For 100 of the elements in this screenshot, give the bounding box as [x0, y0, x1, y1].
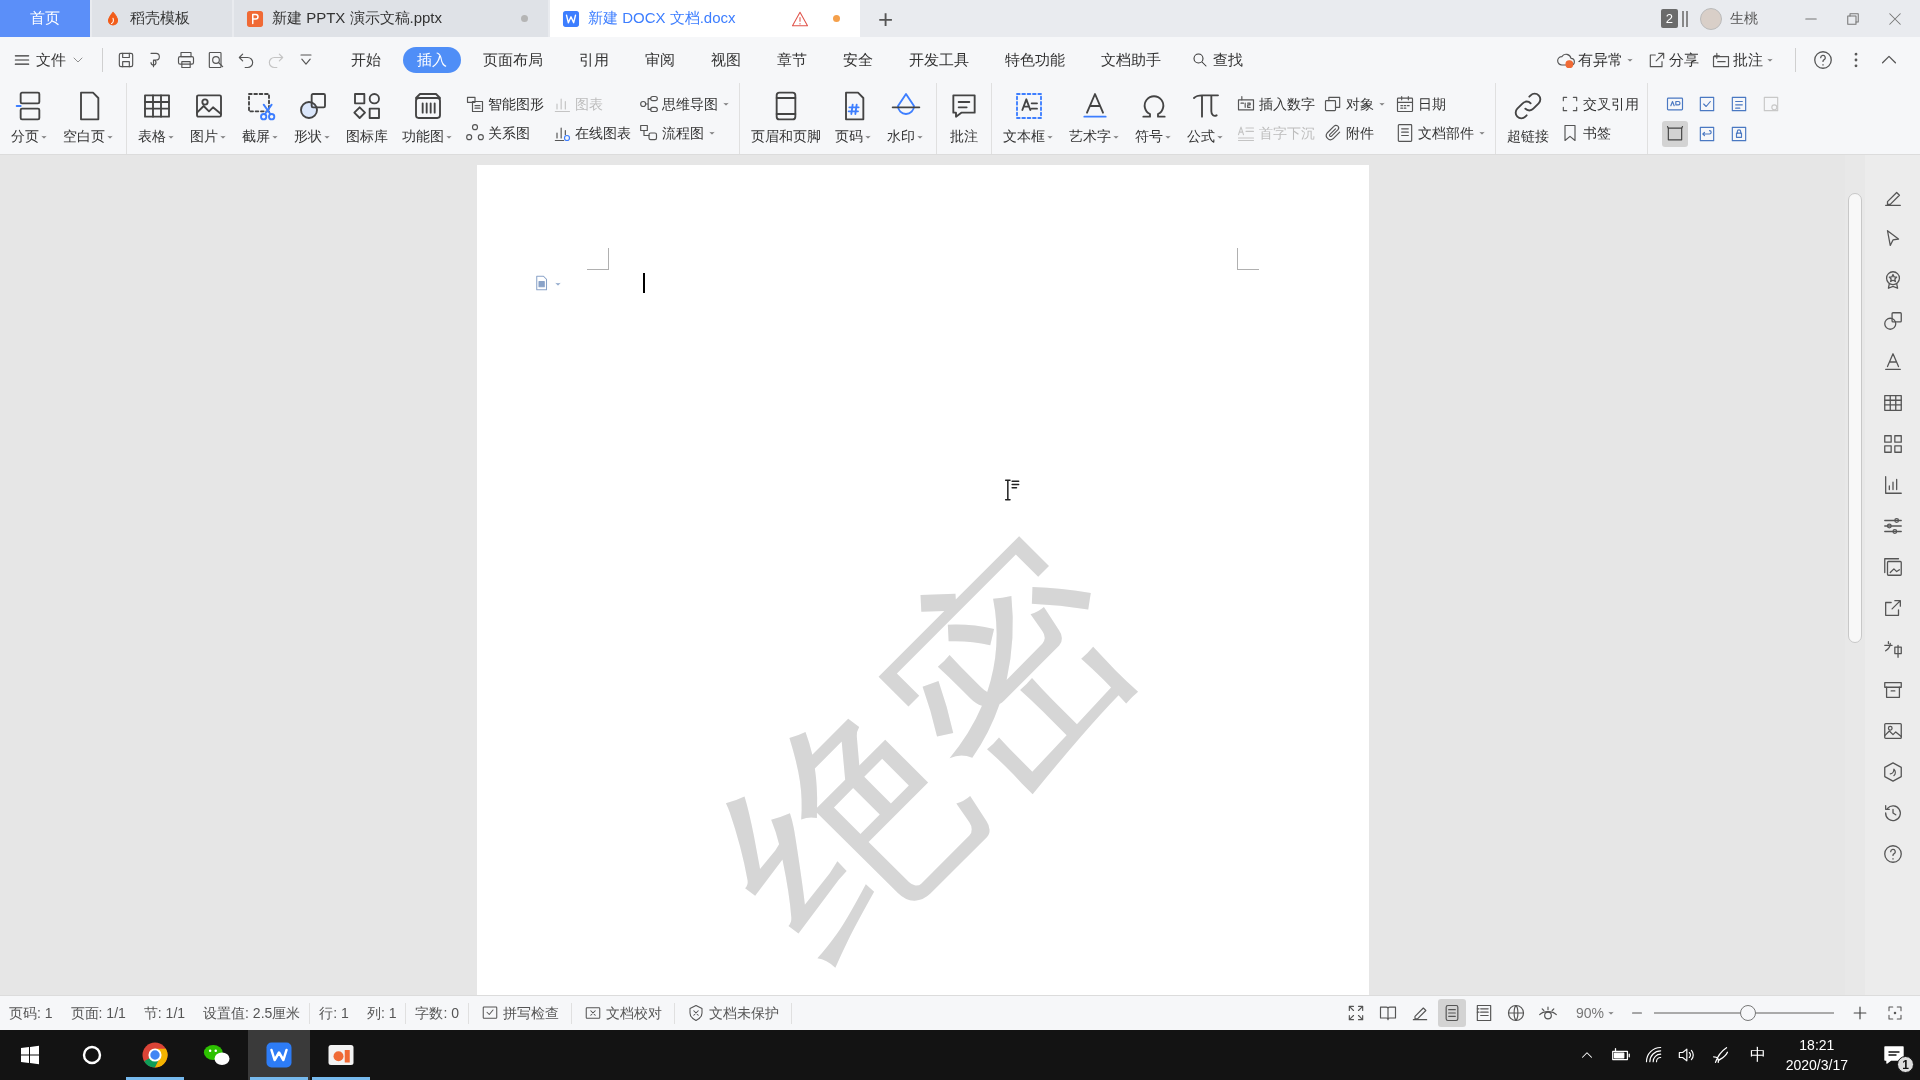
sliders-icon[interactable]	[1881, 515, 1904, 537]
ribbon-button[interactable]: 分页	[6, 86, 54, 151]
toolbar-button[interactable]: 批注	[1711, 48, 1775, 72]
calendar-icon	[1395, 94, 1415, 114]
zoom-slider-thumb[interactable]	[1739, 1005, 1756, 1021]
hexagon-icon[interactable]	[1881, 761, 1904, 783]
running-indicator	[126, 1077, 184, 1080]
ribbon-tab[interactable]: 特色功能	[991, 47, 1079, 73]
file-menu-button[interactable]: 文件	[12, 48, 94, 72]
new-tab-button[interactable]: +	[862, 0, 910, 37]
text-box-icon	[1013, 90, 1045, 122]
search-icon	[1191, 51, 1209, 69]
page-view-icon[interactable]	[1437, 999, 1466, 1027]
ribbon-button[interactable]: 在线图表	[552, 122, 631, 144]
wifi-icon[interactable]	[1643, 1045, 1664, 1065]
clock-date: 2020/3/17	[1785, 1056, 1848, 1075]
user-name[interactable]: 生桃	[1730, 8, 1758, 29]
ribbon-button[interactable]: 日期	[1395, 93, 1487, 115]
search-button[interactable]: 查找	[1191, 48, 1243, 72]
check-box-icon	[481, 1004, 500, 1022]
ribbon-button[interactable]: 形状	[289, 86, 337, 151]
toolbar-button[interactable]: 分享	[1647, 48, 1699, 72]
save-icon[interactable]	[116, 50, 136, 70]
cross-reference-icon	[1560, 94, 1580, 114]
tab-label: 新建 PPTX 演示文稿.pptx	[272, 8, 444, 29]
ribbon-button[interactable]: 空白页	[58, 86, 120, 151]
ribbon-button[interactable]: 截屏	[237, 86, 285, 151]
zoom-level-button[interactable]: 90%	[1575, 1002, 1616, 1024]
ribbon-tab[interactable]: 开发工具	[895, 47, 983, 73]
ribbon-button[interactable]: 思维导图	[639, 93, 731, 115]
gallery-icon[interactable]	[1881, 556, 1904, 578]
ribbon-button[interactable]: 流程图	[639, 122, 731, 144]
ribbon-button[interactable]: 对象	[1323, 93, 1387, 115]
comment-add-icon	[1711, 50, 1731, 70]
ribbon-button[interactable]: 批注	[943, 86, 985, 151]
text-cursor	[642, 273, 645, 293]
ribbon-button[interactable]: 页眉和页脚	[746, 86, 826, 151]
ribbon-button[interactable]: 文本框	[998, 86, 1060, 151]
cycle-diagram-icon	[465, 123, 485, 143]
ribbon-button[interactable]: 公式	[1182, 86, 1230, 151]
ribbon-tab[interactable]: 审阅	[631, 47, 689, 73]
ribbon-tab[interactable]: 视图	[697, 47, 755, 73]
ribbon-button[interactable]: 表格	[133, 86, 181, 151]
ribbon-button[interactable]: 附件	[1323, 122, 1387, 144]
shapes-grid-icon	[351, 90, 383, 122]
ribbon-tab[interactable]: 安全	[829, 47, 887, 73]
print-preview-icon[interactable]	[206, 50, 226, 70]
ribbon-button[interactable]: 符号	[1130, 86, 1178, 151]
print-icon[interactable]	[176, 50, 196, 70]
document-tab[interactable]: 稻壳模板	[92, 0, 232, 37]
document-tab[interactable]: 新建 DOCX 文档.docx	[550, 0, 860, 37]
ribbon-button[interactable]: 艺术字	[1064, 86, 1126, 151]
ribbon-button[interactable]: 智能图形	[465, 93, 544, 115]
table-icon[interactable]	[1881, 392, 1904, 414]
fit-window-icon[interactable]	[1886, 1004, 1904, 1022]
ribbon-button[interactable]: 书签	[1560, 122, 1639, 144]
ribbon-button[interactable]: 功能图	[397, 86, 459, 151]
share-icon	[1647, 50, 1667, 70]
tab-label: 首页	[30, 8, 60, 29]
search-icon[interactable]	[80, 1043, 104, 1067]
ribbon-button[interactable]: 超链接	[1502, 86, 1554, 151]
input-method-button[interactable]: 中	[1749, 1043, 1766, 1067]
status-button[interactable]: 文档校对	[572, 1002, 676, 1024]
translate-icon[interactable]	[1881, 638, 1904, 660]
ribbon-button[interactable]: 插入数字	[1236, 93, 1315, 115]
status-field: 页码: 1	[0, 1002, 62, 1024]
margin-corner-mark	[586, 248, 609, 270]
toolbar-button[interactable]: 有异常	[1556, 48, 1635, 72]
ribbon-button[interactable]: 图标库	[341, 86, 393, 151]
grid-icon[interactable]	[1881, 433, 1904, 455]
zoom-slider-track[interactable]	[1654, 1005, 1834, 1021]
x-box-icon	[584, 1004, 603, 1022]
window-count-badge[interactable]: 2	[1660, 8, 1678, 29]
ribbon-tab[interactable]: 页面布局	[469, 47, 557, 73]
double-bar-icon	[1682, 10, 1688, 27]
picture-icon[interactable]	[1881, 720, 1904, 742]
start-icon[interactable]	[18, 1043, 42, 1067]
clock[interactable]: 18:21 2020/3/17	[1785, 1035, 1848, 1075]
ribbon-button[interactable]: 页码	[830, 86, 878, 151]
help-icon[interactable]	[1881, 843, 1904, 865]
help-icon[interactable]	[1812, 49, 1834, 71]
ribbon-button[interactable]: 图片	[185, 86, 233, 151]
ribbon-button[interactable]: 交叉引用	[1560, 93, 1639, 115]
status-button[interactable]: 文档未保护	[675, 1002, 793, 1024]
taskbar-app-button[interactable]	[248, 1030, 310, 1080]
document-tab[interactable]: 新建 PPTX 演示文稿.pptx	[234, 0, 548, 37]
tab-label: 新建 DOCX 文档.docx	[588, 8, 737, 29]
archive-icon[interactable]	[1881, 679, 1904, 701]
ribbon-tab[interactable]: 开始	[337, 47, 395, 73]
shapes-icon[interactable]	[1881, 310, 1904, 332]
ribbon-button[interactable]: 水印	[882, 86, 930, 151]
ribbon-button[interactable]: 关系图	[465, 122, 544, 144]
frame-icon[interactable]	[1662, 120, 1688, 147]
ribbon-tab[interactable]: 文档助手	[1087, 47, 1175, 73]
notification-count-badge: 1	[1897, 1056, 1914, 1073]
ribbon-button[interactable]: 文档部件	[1395, 122, 1487, 144]
scroll-thumb[interactable]	[1848, 193, 1862, 643]
ribbon-tab[interactable]: 引用	[565, 47, 623, 73]
ribbon-tab[interactable]: 章节	[763, 47, 821, 73]
status-button[interactable]: 拼写检查	[469, 1002, 573, 1024]
